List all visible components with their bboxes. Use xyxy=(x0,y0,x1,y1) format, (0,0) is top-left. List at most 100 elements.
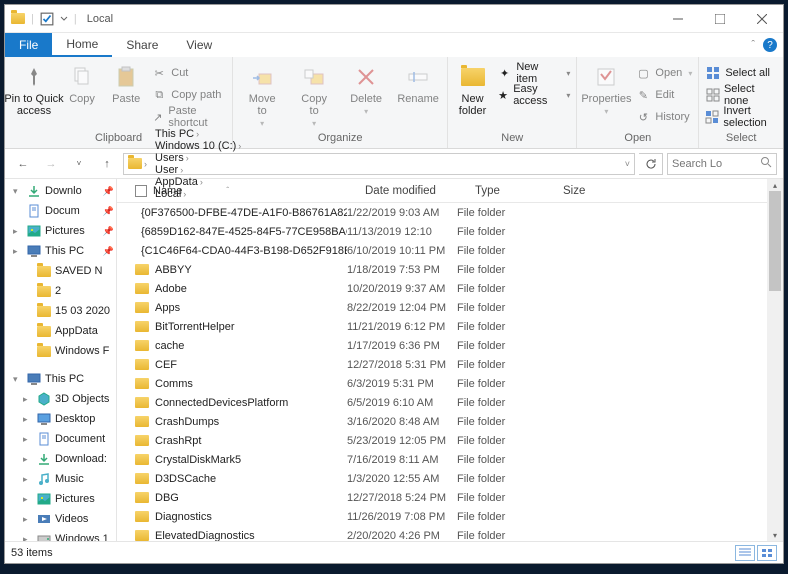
file-row[interactable]: Apps8/22/2019 12:04 PMFile folder xyxy=(117,298,783,317)
select-none-button[interactable]: Select none xyxy=(705,85,777,105)
file-row[interactable]: cache1/17/2019 6:36 PMFile folder xyxy=(117,336,783,355)
new-item-button[interactable]: ✦New item▾ xyxy=(497,63,570,83)
tree-item[interactable]: SAVED N xyxy=(5,261,116,281)
scroll-thumb[interactable] xyxy=(769,191,781,291)
expand-icon[interactable]: ▸ xyxy=(23,414,33,425)
qat-menu-caret-icon[interactable] xyxy=(60,15,68,23)
file-row[interactable]: BitTorrentHelper11/21/2019 6:12 PMFile f… xyxy=(117,317,783,336)
tab-share[interactable]: Share xyxy=(112,33,172,57)
scrollbar[interactable]: ▴ ▾ xyxy=(767,179,783,541)
file-row[interactable]: ConnectedDevicesPlatform6/5/2019 6:10 AM… xyxy=(117,393,783,412)
column-date[interactable]: Date modified xyxy=(365,185,475,197)
breadcrumb-item[interactable]: User› xyxy=(151,164,245,176)
file-row[interactable]: CEF12/27/2018 5:31 PMFile folder xyxy=(117,355,783,374)
expand-icon[interactable]: ▸ xyxy=(23,454,33,465)
tree-item[interactable]: ▾This PC xyxy=(5,369,116,389)
expand-icon[interactable]: ▸ xyxy=(23,434,33,445)
view-large-icon[interactable] xyxy=(757,545,777,561)
copy-path-button[interactable]: ⧉Copy path xyxy=(151,85,226,105)
nav-tree[interactable]: ▾Downlo📌Docum📌▸Pictures📌▸This PC📌SAVED N… xyxy=(5,179,117,541)
tree-item[interactable]: ▸Pictures📌 xyxy=(5,221,116,241)
tree-item[interactable]: ▸3D Objects xyxy=(5,389,116,409)
paste-button[interactable]: Paste xyxy=(107,59,145,105)
breadcrumb-item[interactable]: This PC› xyxy=(151,128,245,140)
breadcrumb-item[interactable]: Users› xyxy=(151,152,245,164)
file-row[interactable]: {C1C46F64-CDA0-44F3-B198-D652F918E46/10/… xyxy=(117,241,783,260)
search-input[interactable] xyxy=(672,158,742,170)
breadcrumb-item[interactable]: Windows 10 (C:)› xyxy=(151,140,245,152)
back-button[interactable]: ← xyxy=(11,152,35,176)
expand-icon[interactable]: ▸ xyxy=(23,474,33,485)
file-row[interactable]: {0F376500-DFBE-47DE-A1F0-B86761A82B1/22/… xyxy=(117,203,783,222)
tree-item[interactable]: Docum📌 xyxy=(5,201,116,221)
up-button[interactable]: ↑ xyxy=(95,152,119,176)
properties-button[interactable]: Properties▾ xyxy=(583,59,629,116)
tree-item[interactable]: ▸Desktop xyxy=(5,409,116,429)
address-dropdown-icon[interactable]: ˅ xyxy=(621,159,634,169)
expand-icon[interactable]: ▸ xyxy=(23,394,33,405)
tab-file[interactable]: File xyxy=(5,33,52,57)
open-button[interactable]: ▢Open▾ xyxy=(635,63,692,83)
select-all-button[interactable]: Select all xyxy=(705,63,777,83)
recent-menu-caret-icon[interactable]: ˅ xyxy=(67,152,91,176)
expand-icon[interactable]: ▾ xyxy=(13,186,23,197)
tree-item[interactable]: AppData xyxy=(5,321,116,341)
breadcrumb-root-icon[interactable]: › xyxy=(124,154,151,174)
expand-icon[interactable]: ▸ xyxy=(13,226,23,237)
scroll-up-icon[interactable]: ▴ xyxy=(767,179,783,191)
help-icon[interactable]: ? xyxy=(763,38,777,52)
tree-item[interactable]: 2 xyxy=(5,281,116,301)
tree-item[interactable]: ▾Downlo📌 xyxy=(5,181,116,201)
tree-item[interactable]: Windows F xyxy=(5,341,116,361)
tree-item[interactable]: ▸Music xyxy=(5,469,116,489)
file-row[interactable]: D3DSCache1/3/2020 12:55 AMFile folder xyxy=(117,469,783,488)
view-details-icon[interactable] xyxy=(735,545,755,561)
file-row[interactable]: CrystalDiskMark57/16/2019 8:11 AMFile fo… xyxy=(117,450,783,469)
tree-item[interactable]: ▸Download: xyxy=(5,449,116,469)
minimize-button[interactable] xyxy=(657,5,699,33)
ribbon-collapse-icon[interactable]: ˆ xyxy=(751,39,755,51)
select-all-checkbox[interactable] xyxy=(135,185,147,197)
tree-item[interactable]: ▸This PC📌 xyxy=(5,241,116,261)
file-row[interactable]: Diagnostics11/26/2019 7:08 PMFile folder xyxy=(117,507,783,526)
tree-item[interactable]: ▸Windows 1 xyxy=(5,529,116,541)
search-box[interactable] xyxy=(667,153,777,175)
file-row[interactable]: Adobe10/20/2019 9:37 AMFile folder xyxy=(117,279,783,298)
expand-icon[interactable]: ▾ xyxy=(13,374,23,385)
expand-icon[interactable]: ▸ xyxy=(23,534,33,542)
column-name[interactable]: Nameˆ xyxy=(153,185,365,197)
file-row[interactable]: CrashRpt5/23/2019 12:05 PMFile folder xyxy=(117,431,783,450)
column-size[interactable]: Size xyxy=(563,185,783,197)
scroll-down-icon[interactable]: ▾ xyxy=(767,529,783,541)
delete-button[interactable]: Delete▾ xyxy=(343,59,389,116)
address-bar[interactable]: › This PC›Windows 10 (C:)›Users›User›App… xyxy=(123,153,635,175)
tree-item[interactable]: 15 03 2020 xyxy=(5,301,116,321)
file-row[interactable]: CrashDumps3/16/2020 8:48 AMFile folder xyxy=(117,412,783,431)
expand-icon[interactable]: ▸ xyxy=(23,514,33,525)
cut-button[interactable]: ✂Cut xyxy=(151,63,226,83)
copy-button[interactable]: Copy xyxy=(63,59,101,105)
tree-item[interactable]: ▸Document xyxy=(5,429,116,449)
rename-button[interactable]: Rename xyxy=(395,59,441,105)
file-row[interactable]: Comms6/3/2019 5:31 PMFile folder xyxy=(117,374,783,393)
pin-quick-access-button[interactable]: Pin to Quick access xyxy=(11,59,57,117)
tab-home[interactable]: Home xyxy=(52,33,112,57)
forward-button[interactable]: → xyxy=(39,152,63,176)
new-folder-button[interactable]: New folder xyxy=(454,59,491,117)
edit-button[interactable]: ✎Edit xyxy=(635,85,692,105)
easy-access-button[interactable]: ★Easy access▾ xyxy=(497,85,570,105)
tab-view[interactable]: View xyxy=(172,33,226,57)
file-row[interactable]: ABBYY1/18/2019 7:53 PMFile folder xyxy=(117,260,783,279)
paste-shortcut-button[interactable]: ↗Paste shortcut xyxy=(151,107,226,127)
copy-to-button[interactable]: Copy to▾ xyxy=(291,59,337,128)
file-row[interactable]: {6859D162-847E-4525-84F5-77CE958BAC11/13… xyxy=(117,222,783,241)
invert-selection-button[interactable]: Invert selection xyxy=(705,107,777,127)
expand-icon[interactable]: ▸ xyxy=(23,494,33,505)
move-to-button[interactable]: Move to▾ xyxy=(239,59,285,128)
file-row[interactable]: ElevatedDiagnostics2/20/2020 4:26 PMFile… xyxy=(117,526,783,541)
refresh-button[interactable] xyxy=(639,153,663,175)
history-button[interactable]: ↺History xyxy=(635,107,692,127)
tree-item[interactable]: ▸Pictures xyxy=(5,489,116,509)
file-row[interactable]: DBG12/27/2018 5:24 PMFile folder xyxy=(117,488,783,507)
expand-icon[interactable]: ▸ xyxy=(13,246,23,257)
